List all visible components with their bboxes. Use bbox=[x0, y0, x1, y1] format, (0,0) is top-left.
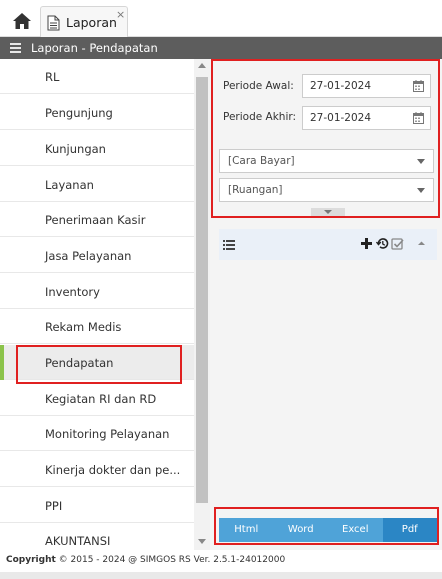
export-button-group: Html Word Excel Pdf bbox=[219, 518, 437, 542]
report-menu: RL Pengunjung Kunjungan Layanan Penerima… bbox=[0, 59, 194, 550]
menu-item-layanan[interactable]: Layanan bbox=[0, 167, 194, 202]
export-excel-button[interactable]: Excel bbox=[328, 518, 383, 542]
menu-item-label: Layanan bbox=[45, 178, 94, 192]
menu-item-label: Penerimaan Kasir bbox=[45, 213, 146, 227]
hamburger-menu-icon[interactable] bbox=[10, 43, 21, 53]
cara-bayar-select[interactable]: [Cara Bayar] bbox=[219, 149, 434, 173]
menu-item-label: Rekam Medis bbox=[45, 320, 122, 334]
menu-item-rekam-medis[interactable]: Rekam Medis bbox=[0, 309, 194, 344]
menu-item-label: Inventory bbox=[45, 285, 100, 299]
export-html-button[interactable]: Html bbox=[219, 518, 274, 542]
scroll-down-icon[interactable] bbox=[198, 539, 206, 544]
menu-item-kinerja-dokter[interactable]: Kinerja dokter dan pe... bbox=[0, 452, 194, 487]
menu-item-pendapatan[interactable]: Pendapatan bbox=[0, 345, 194, 380]
home-icon[interactable] bbox=[12, 12, 32, 30]
menu-item-label: Kegiatan RI dan RD bbox=[45, 392, 157, 406]
menu-item-inventory[interactable]: Inventory bbox=[0, 274, 194, 309]
page-header: Laporan - Pendapatan bbox=[0, 37, 442, 59]
report-filter-panel: Periode Awal: 27-01-2024 Periode Akhir: … bbox=[210, 59, 442, 550]
chevron-down-icon bbox=[417, 188, 425, 193]
menu-item-kunjungan[interactable]: Kunjungan bbox=[0, 131, 194, 166]
menu-item-akuntansi[interactable]: AKUNTANSI bbox=[0, 523, 194, 550]
collapse-filter-toggle[interactable] bbox=[311, 208, 345, 217]
menu-item-label: Kunjungan bbox=[45, 142, 106, 156]
calendar-icon[interactable] bbox=[413, 112, 424, 124]
export-word-button[interactable]: Word bbox=[273, 518, 328, 542]
scroll-thumb[interactable] bbox=[196, 77, 208, 503]
menu-item-penerimaan-kasir[interactable]: Penerimaan Kasir bbox=[0, 202, 194, 237]
menu-item-rl[interactable]: RL bbox=[0, 59, 194, 94]
periode-awal-value: 27-01-2024 bbox=[310, 80, 372, 92]
periode-akhir-input[interactable]: 27-01-2024 bbox=[302, 106, 431, 130]
periode-awal-label: Periode Awal: bbox=[223, 80, 294, 92]
bottom-strip bbox=[0, 572, 442, 579]
periode-akhir-label: Periode Akhir: bbox=[223, 111, 297, 123]
chevron-down-icon bbox=[324, 210, 332, 214]
menu-item-label: Monitoring Pelayanan bbox=[45, 427, 170, 441]
menu-item-jasa-pelayanan[interactable]: Jasa Pelayanan bbox=[0, 238, 194, 273]
menu-item-kegiatan-ri-rd[interactable]: Kegiatan RI dan RD bbox=[0, 381, 194, 416]
add-icon[interactable] bbox=[360, 237, 373, 250]
cara-bayar-value: [Cara Bayar] bbox=[228, 155, 295, 167]
copyright-text: Copyright © 2015 - 2024 @ SIMGOS RS Ver.… bbox=[6, 555, 285, 565]
calendar-icon[interactable] bbox=[413, 80, 424, 92]
copyright-label: Copyright bbox=[6, 555, 56, 565]
ruangan-select[interactable]: [Ruangan] bbox=[219, 178, 434, 202]
chevron-down-icon bbox=[417, 159, 425, 164]
menu-item-label: RL bbox=[45, 70, 60, 84]
menu-item-label: AKUNTANSI bbox=[45, 534, 111, 548]
menu-item-ppi[interactable]: PPI bbox=[0, 488, 194, 523]
export-pdf-button[interactable]: Pdf bbox=[382, 518, 437, 542]
checkbox-edit-icon[interactable] bbox=[391, 237, 404, 250]
periode-awal-input[interactable]: 27-01-2024 bbox=[302, 74, 431, 98]
menu-item-label: Jasa Pelayanan bbox=[45, 249, 132, 263]
sidebar-scrollbar[interactable] bbox=[194, 59, 210, 550]
page-title: Laporan - Pendapatan bbox=[31, 41, 158, 55]
report-toolbar bbox=[219, 229, 437, 260]
menu-item-monitoring-pelayanan[interactable]: Monitoring Pelayanan bbox=[0, 416, 194, 451]
history-icon[interactable] bbox=[375, 237, 389, 250]
menu-item-pengunjung[interactable]: Pengunjung bbox=[0, 95, 194, 130]
document-icon bbox=[47, 15, 60, 31]
ruangan-value: [Ruangan] bbox=[228, 184, 283, 196]
tab-laporan[interactable]: Laporan × bbox=[40, 6, 128, 37]
menu-item-label: Pengunjung bbox=[45, 106, 113, 120]
copyright-icon: © bbox=[58, 555, 68, 565]
menu-item-label: Pendapatan bbox=[45, 356, 114, 370]
footer: Copyright © 2015 - 2024 @ SIMGOS RS Ver.… bbox=[0, 550, 442, 572]
menu-item-label: Kinerja dokter dan pe... bbox=[45, 463, 181, 477]
scroll-up-icon[interactable] bbox=[198, 63, 206, 68]
list-icon[interactable] bbox=[223, 239, 235, 250]
close-icon[interactable]: × bbox=[116, 9, 125, 20]
tab-label: Laporan bbox=[66, 15, 117, 30]
tab-bar: Laporan × bbox=[0, 0, 442, 37]
menu-item-label: PPI bbox=[45, 499, 63, 513]
footer-version-text: 2015 - 2024 @ SIMGOS RS Ver. 2.5.1-24012… bbox=[70, 555, 286, 565]
collapse-up-icon[interactable] bbox=[415, 237, 428, 250]
active-indicator bbox=[0, 345, 4, 380]
periode-akhir-value: 27-01-2024 bbox=[310, 112, 372, 124]
